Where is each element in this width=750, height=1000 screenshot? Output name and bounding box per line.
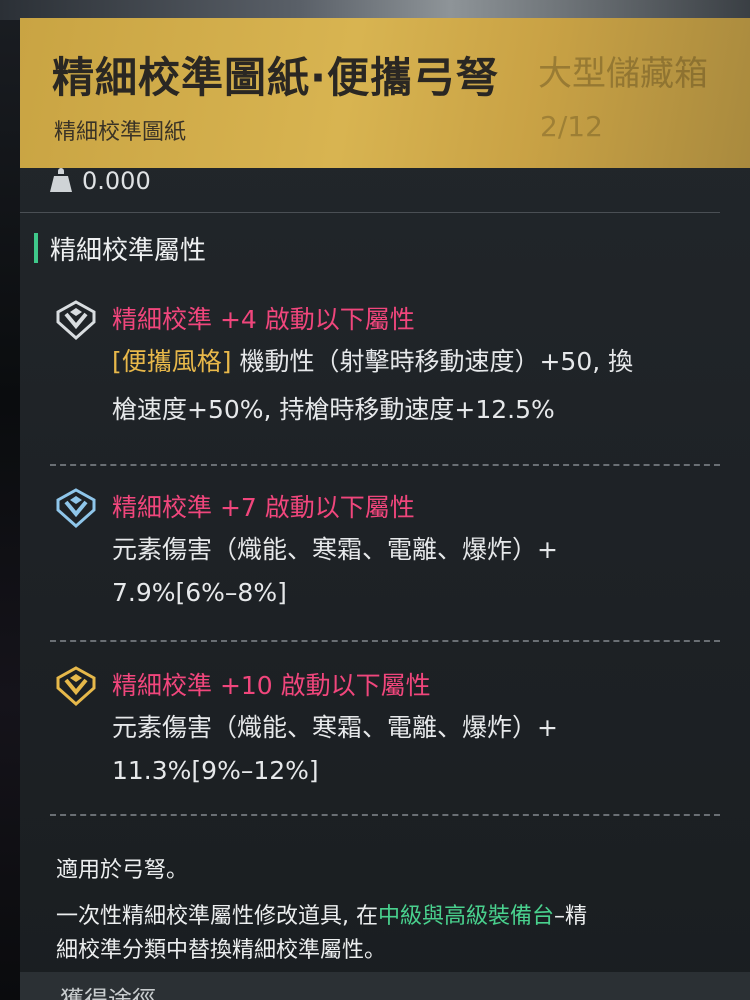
weight-row: 0.000 [48,164,151,198]
dashed-divider [50,814,720,816]
attribute-heading: 精細校準 +4 啟動以下屬性 [112,305,415,334]
item-type: 精細校準圖紙 [54,120,187,145]
workbench-highlight: 中級與高級裝備台 [378,904,555,929]
description-text: 一次性精細校準屬性修改道具, 在 [56,904,378,929]
background-left-edge [0,0,22,1000]
dashed-divider [50,464,720,466]
background-storage-label: 大型儲藏箱 [538,54,708,94]
section-accent-bar [34,233,38,263]
attribute-heading: 精細校準 +10 啟動以下屬性 [112,671,431,700]
attribute-heading: 精細校準 +7 啟動以下屬性 [112,493,415,522]
description-line: 細校準分類中替換精細校準屬性。 [56,938,387,963]
section-header: 精細校準屬性 [34,228,206,268]
background-top-strip [0,0,750,20]
acquisition-section[interactable]: 獲得途徑 [20,972,750,1000]
attribute-value-line: 7.9%[6%–8%] [112,578,287,607]
section-title: 精細校準屬性 [50,235,207,266]
attribute-value: 11.3% [112,756,192,785]
description-line: 一次性精細校準屬性修改道具, 在中級與高級裝備台–精 [56,898,587,930]
attribute-text: 槍速度+50%, 持槍時移動速度+12.5% [112,395,555,424]
weight-icon [50,168,72,192]
attribute-range: [9%–12%] [191,756,319,785]
item-header: 精細校準圖紙·便攜弓弩 大型儲藏箱 2/12 精細校準圖紙 [20,18,750,168]
attribute-text: 元素傷害（熾能、寒霜、電離、爆炸）+ [112,713,558,742]
attribute-text: 元素傷害（熾能、寒霜、電離、爆炸）+ [112,535,558,564]
attribute-text: 機動性（射擊時移動速度）+50, 換 [239,347,634,376]
attribute-line: [便攜風格] 機動性（射擊時移動速度）+50, 換 [112,342,633,378]
description-line: 適用於弓弩。 [56,858,189,883]
calibration-emblem-gold-icon [56,666,96,706]
calibration-emblem-silver-icon [56,300,96,340]
attribute-value-line: 11.3%[9%–12%] [112,756,319,785]
item-title: 精細校準圖紙·便攜弓弩 [52,53,499,102]
style-tag: [便攜風格] [112,347,232,376]
item-tooltip-panel: 精細校準圖紙·便攜弓弩 大型儲藏箱 2/12 精細校準圖紙 0.000 精細校準… [20,18,750,1000]
description-text: –精 [554,904,588,929]
calibration-emblem-blue-icon [56,488,96,528]
background-storage-count: 2/12 [540,110,603,143]
acquisition-label: 獲得途徑 [60,986,156,1000]
attribute-range: [6%–8%] [175,578,287,607]
dashed-divider [50,640,720,642]
divider [20,212,720,213]
weight-value: 0.000 [82,167,151,195]
attribute-value: 7.9% [112,578,176,607]
